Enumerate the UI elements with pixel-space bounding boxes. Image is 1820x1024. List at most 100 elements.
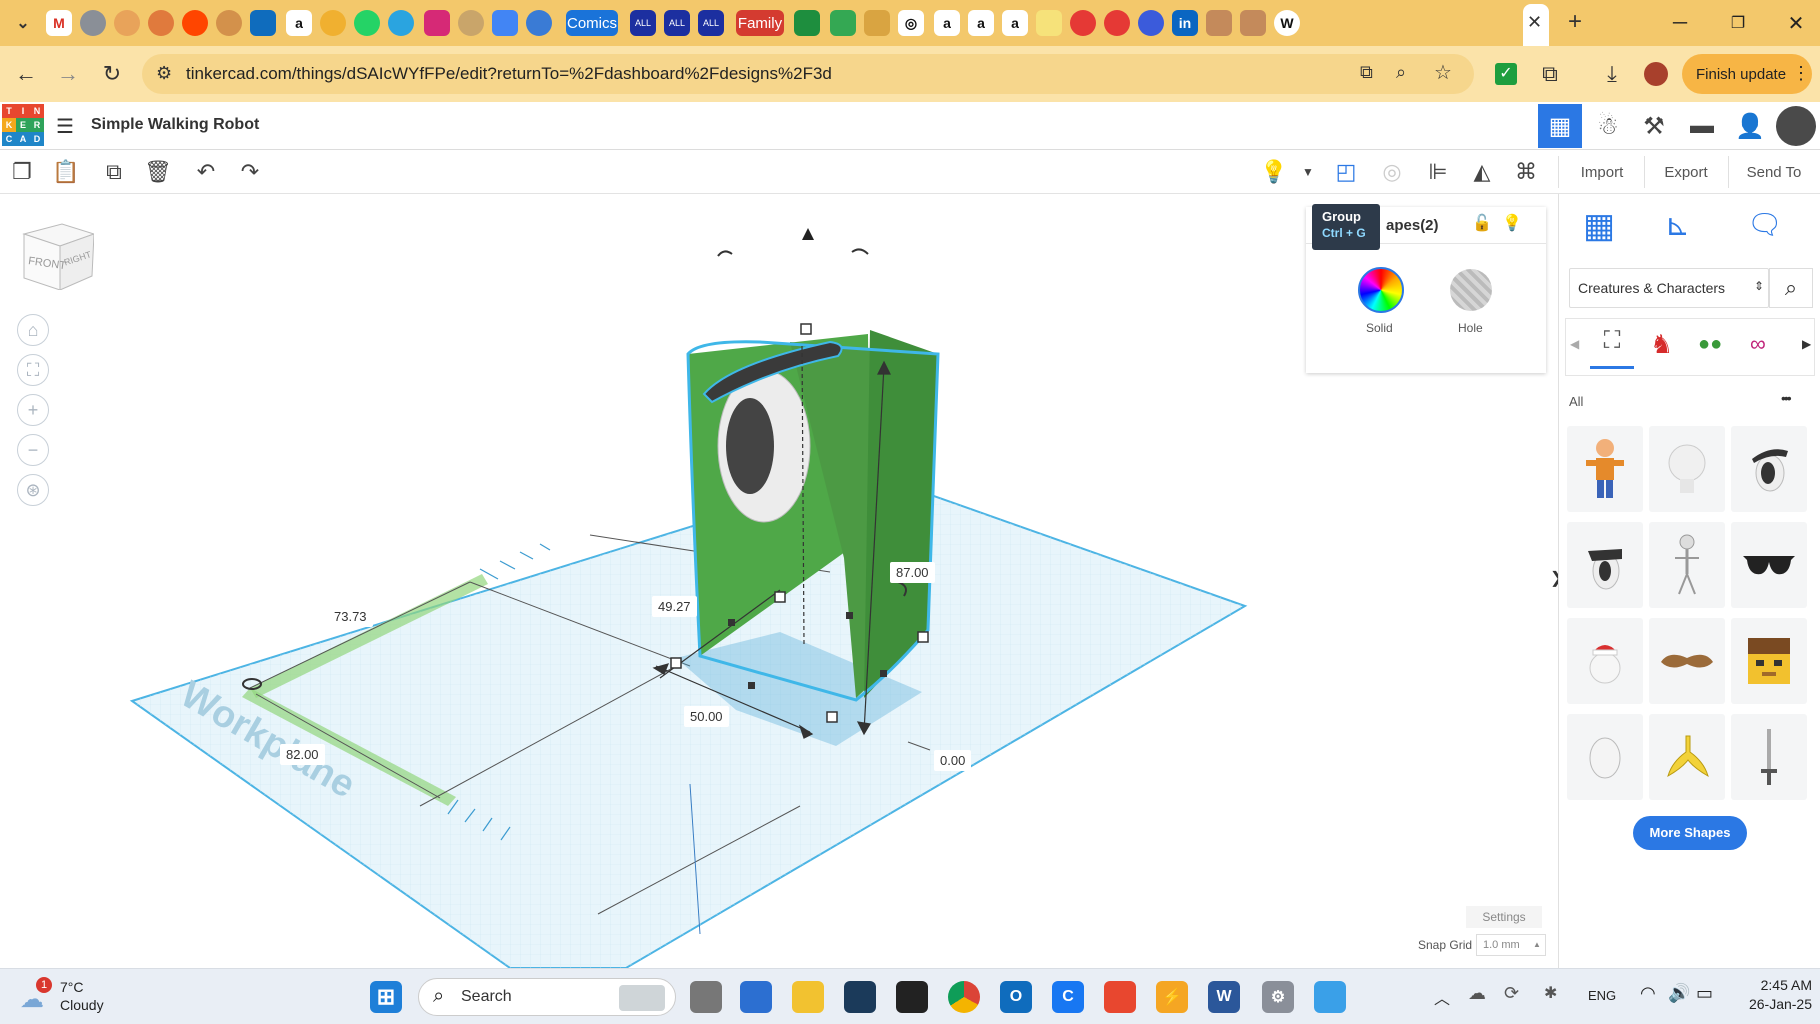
dimension-length[interactable]: 50.00 <box>684 706 729 727</box>
tab-icon[interactable] <box>148 10 174 36</box>
zoom-in-icon[interactable]: + <box>17 394 49 426</box>
mirror-icon[interactable]: ◭ <box>1466 156 1498 188</box>
shape-tile-egg[interactable] <box>1567 714 1643 800</box>
tab-icon[interactable] <box>216 10 242 36</box>
task-view-icon[interactable] <box>690 981 722 1013</box>
3d-view-grid-icon[interactable]: ▦ <box>1538 104 1582 148</box>
whatsapp-tab-icon[interactable] <box>354 10 380 36</box>
linkedin-tab-icon[interactable]: in <box>1172 10 1198 36</box>
bluetooth-icon[interactable]: ✱ <box>1544 983 1557 1003</box>
battery-icon[interactable]: ▭ <box>1696 983 1713 1004</box>
perspective-icon[interactable]: ⊛ <box>17 474 49 506</box>
dimension-depth[interactable]: 49.27 <box>652 596 697 617</box>
sync-icon[interactable]: ⟳ <box>1504 983 1519 1004</box>
user-avatar[interactable] <box>1774 104 1818 148</box>
category-select[interactable]: Creatures & Characters ⇕ <box>1569 268 1769 308</box>
tab-all-2[interactable]: ALL <box>664 10 690 36</box>
group-icon[interactable]: ◰ <box>1330 156 1362 188</box>
telegram-tab-icon[interactable] <box>388 10 414 36</box>
amazon-tab-icon[interactable]: a <box>1002 10 1028 36</box>
fit-view-icon[interactable]: ⛶ <box>17 354 49 386</box>
word-icon[interactable]: W <box>1208 981 1240 1013</box>
volume-icon[interactable]: 🔊 <box>1668 983 1690 1004</box>
omnibox[interactable]: ⚙ tinkercad.com/things/dSAIcWYfFPe/edit?… <box>142 54 1474 94</box>
settings-gear-icon[interactable]: ⚙ <box>1262 981 1294 1013</box>
shape-tile-banana[interactable] <box>1649 714 1725 800</box>
hole-swatch[interactable] <box>1450 269 1492 311</box>
duplicate-icon[interactable]: ⧉ <box>98 156 130 188</box>
amazon-tab-icon[interactable]: a <box>934 10 960 36</box>
undo-icon[interactable]: ↶ <box>190 156 222 188</box>
zoom-out-icon[interactable]: − <box>17 434 49 466</box>
tinkercad-logo[interactable]: T I N K E R C A D <box>2 104 44 146</box>
search-icon[interactable]: ⌕ <box>1769 268 1813 308</box>
amazon-tab-icon[interactable]: a <box>968 10 994 36</box>
bookmark-star-icon[interactable]: ☆ <box>1434 60 1452 85</box>
dimension-elevation[interactable]: 0.00 <box>934 750 972 771</box>
outlook-icon[interactable]: O <box>1000 981 1032 1013</box>
winamp-icon[interactable]: ⚡ <box>1156 981 1188 1013</box>
tab-family[interactable]: Family <box>736 10 784 36</box>
gmail-tab-icon[interactable]: M <box>46 10 72 36</box>
dimension-height[interactable]: 87.00 <box>890 562 935 583</box>
shape-tile-skeleton[interactable] <box>1649 522 1725 608</box>
cruise-icon[interactable]: ⌘ <box>1510 156 1542 188</box>
shape-tile-eye-brow[interactable] <box>1731 426 1807 512</box>
codeblocks-icon[interactable]: ☃ <box>1586 104 1630 148</box>
copy-icon[interactable]: ❐ <box>6 156 38 188</box>
design-title[interactable]: Simple Walking Robot <box>91 116 259 134</box>
paste-icon[interactable]: 📋 <box>50 156 82 188</box>
all-shapes-icon[interactable]: ⛶ <box>1590 327 1634 369</box>
chatgpt-tab-icon[interactable]: ◎ <box>898 10 924 36</box>
chevron-down-icon[interactable]: ▼ <box>1292 156 1324 188</box>
download-icon[interactable]: ⤓ <box>1596 58 1628 90</box>
design-list-icon[interactable]: ☰ <box>56 114 74 139</box>
instagram-tab-icon[interactable] <box>424 10 450 36</box>
export-button[interactable]: Export <box>1650 156 1722 188</box>
new-tab-icon[interactable]: + <box>1568 8 1582 36</box>
sim-lab-icon[interactable]: ⚒ <box>1632 104 1676 148</box>
more-shapes-button[interactable]: More Shapes <box>1633 816 1747 850</box>
open-in-app-icon[interactable]: ⧉ <box>1360 62 1373 83</box>
more-options-icon[interactable]: ••• <box>1781 390 1792 406</box>
chrome-icon[interactable] <box>948 981 980 1013</box>
send-to-button[interactable]: Send To <box>1734 156 1814 188</box>
tab-icon[interactable] <box>1240 10 1266 36</box>
file-explorer-icon[interactable] <box>792 981 824 1013</box>
sheets-tab-icon[interactable] <box>794 10 820 36</box>
start-windows-icon[interactable]: ⊞ <box>370 981 402 1013</box>
tinkercad-app-icon[interactable] <box>1104 981 1136 1013</box>
tab-icon[interactable] <box>80 10 106 36</box>
redo-icon[interactable]: ↷ <box>234 156 266 188</box>
solid-swatch[interactable] <box>1358 267 1404 313</box>
onedrive-icon[interactable]: ☁ <box>1468 983 1486 1004</box>
reload-icon[interactable]: ↻ <box>96 58 128 90</box>
ruler-icon[interactable]: ⊾ <box>1665 208 1705 244</box>
url-text[interactable]: tinkercad.com/things/dSAIcWYfFPe/edit?re… <box>186 64 832 84</box>
translate-tab-icon[interactable] <box>492 10 518 36</box>
zoom-icon[interactable]: ⌕ <box>1396 62 1406 83</box>
game-app-icon[interactable] <box>896 981 928 1013</box>
amazon-tab-icon[interactable]: a <box>286 10 312 36</box>
finish-update-button[interactable]: Finish update ⋮ <box>1682 54 1812 94</box>
projects-briefcase-icon[interactable]: ▬ <box>1680 104 1724 148</box>
shape-tile-sword[interactable] <box>1731 714 1807 800</box>
photos-icon[interactable] <box>1314 981 1346 1013</box>
import-button[interactable]: Import <box>1566 156 1638 188</box>
clock[interactable]: 2:45 AM 26-Jan-25 <box>1732 977 1812 1012</box>
back-icon[interactable]: ← <box>10 58 42 90</box>
profile-avatar[interactable] <box>1640 58 1672 90</box>
tab-icon[interactable] <box>320 10 346 36</box>
light-bulb-icon[interactable]: 💡 <box>1258 156 1290 188</box>
shape-tile-sunglasses[interactable] <box>1731 522 1807 608</box>
extension-check-icon[interactable]: ✓ <box>1490 58 1522 90</box>
menu-dots-icon[interactable]: ⋮ <box>1792 63 1810 84</box>
tab-all-1[interactable]: ALL <box>630 10 656 36</box>
language-label[interactable]: ENG <box>1588 988 1616 1003</box>
shape-tile-character[interactable] <box>1567 426 1643 512</box>
close-window-icon[interactable]: ✕ <box>1776 8 1816 38</box>
add-user-icon[interactable]: 👤 <box>1728 104 1772 148</box>
store-icon[interactable] <box>740 981 772 1013</box>
shape-tile-block-head[interactable] <box>1731 618 1807 704</box>
shape-tile-snowman[interactable] <box>1567 618 1643 704</box>
